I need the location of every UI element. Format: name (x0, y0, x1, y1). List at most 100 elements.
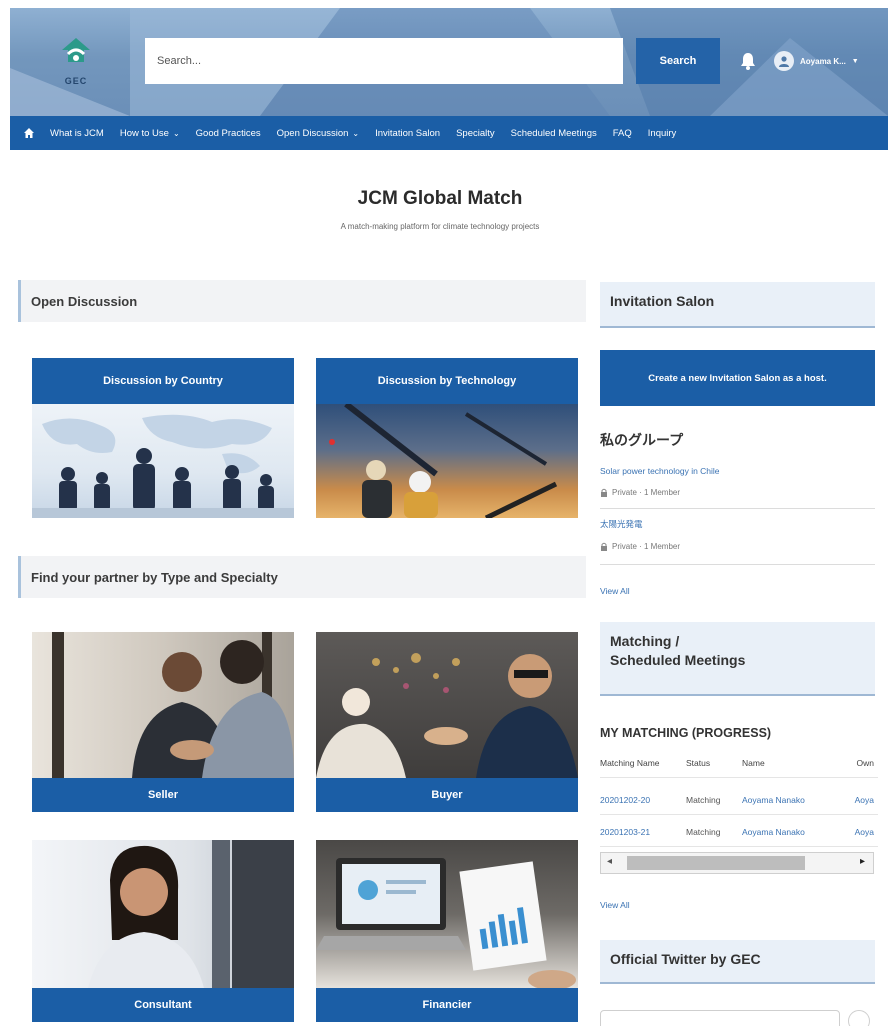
nav-item-invitation-salon[interactable]: Invitation Salon (375, 128, 440, 139)
user-menu[interactable]: Aoyama K... ▼ (774, 48, 884, 74)
page: GEC Search Aoyama K... ▼ What (0, 0, 888, 1026)
create-invitation-salon-button[interactable]: Create a new Invitation Salon as a host. (600, 350, 875, 406)
lock-icon (601, 542, 607, 551)
status-cell: Matching (686, 794, 721, 805)
card-title: Financier (316, 988, 578, 1022)
financier-card[interactable]: Financier (316, 840, 578, 1022)
discussion-by-country-card[interactable]: Discussion by Country (32, 358, 294, 518)
consultant-woman-image (32, 840, 294, 988)
user-name: Aoyama K... (800, 56, 846, 66)
nav-item-specialty[interactable]: Specialty (456, 128, 495, 139)
official-twitter-title: Official Twitter by GEC (610, 951, 761, 967)
nav-item-open-discussion[interactable]: Open Discussion ⌄ (277, 128, 360, 139)
group-meta-text: Private · 1 Member (612, 542, 681, 551)
status-cell: Matching (686, 826, 721, 837)
user-icon (779, 56, 789, 67)
gec-logo[interactable]: GEC (44, 28, 108, 94)
seller-card[interactable]: Seller (32, 632, 294, 812)
search-button[interactable]: Search (636, 38, 720, 84)
invitation-salon-heading: Invitation Salon (600, 282, 875, 328)
matching-heading-line2: Scheduled Meetings (610, 652, 746, 668)
avatar (774, 51, 794, 71)
scroll-right-icon[interactable]: ▸ (860, 856, 865, 867)
group-link[interactable]: Solar power technology in Chile (600, 466, 720, 476)
my-groups-title: 私のグループ (600, 432, 684, 448)
column-header[interactable]: Own (808, 758, 878, 768)
group-meta: Private · 1 Member (600, 488, 680, 497)
seller-handshake-image (32, 632, 294, 778)
card-title: Seller (32, 778, 294, 812)
group-link[interactable]: 太陽光発電 (600, 518, 643, 530)
invitation-salon-title: Invitation Salon (610, 293, 715, 309)
divider (600, 508, 875, 509)
search-input[interactable] (145, 38, 623, 84)
financier-laptop-image (316, 840, 578, 988)
buyer-card[interactable]: Buyer (316, 632, 578, 812)
header-banner: GEC Search Aoyama K... ▼ (10, 8, 888, 116)
nav-item-inquiry[interactable]: Inquiry (648, 128, 677, 139)
card-title: Discussion by Country (32, 358, 294, 404)
notification-bell-icon[interactable] (740, 52, 756, 70)
name-link[interactable]: Aoyama Nanako (742, 827, 808, 837)
column-header[interactable]: Matching Name (600, 758, 686, 768)
matching-name-link[interactable]: 20201203-21 (600, 827, 686, 837)
lock-icon (601, 488, 607, 497)
nav-label: FAQ (612, 127, 632, 139)
official-twitter-heading: Official Twitter by GEC (600, 940, 875, 984)
engineers-construction-image (316, 404, 578, 518)
group-meta: Private · 1 Member (600, 542, 680, 551)
column-header[interactable]: Name (742, 758, 808, 768)
matching-name-link[interactable]: 20201202-20 (600, 795, 686, 805)
scrollbar-thumb[interactable] (627, 856, 805, 870)
horizontal-scrollbar[interactable]: ◂ ▸ (600, 852, 874, 874)
nav-label: Good Practices (195, 127, 261, 139)
page-subtitle: A match-making platform for climate tech… (340, 222, 540, 231)
nav-item-good-practices[interactable]: Good Practices (196, 128, 261, 139)
nav-item-how-to-use[interactable]: How to Use ⌄ (120, 128, 180, 139)
nav-item-what-is-jcm[interactable]: What is JCM (50, 128, 104, 139)
gec-logo-icon (62, 38, 90, 62)
find-partner-heading: Find your partner by Type and Specialty (18, 556, 586, 598)
twitter-embed-box[interactable] (600, 1010, 840, 1026)
card-title: Buyer (316, 778, 578, 812)
matching-view-all-link[interactable]: View All (600, 900, 630, 910)
matching-heading-line1: Matching / (610, 633, 680, 649)
name-link[interactable]: Aoyama Nanako (742, 795, 808, 805)
nav-item-faq[interactable]: FAQ (613, 128, 632, 139)
my-matching-title: MY MATCHING (PROGRESS) (600, 726, 772, 740)
scroll-left-icon[interactable]: ◂ (607, 856, 612, 867)
nav-label: What is JCM (50, 127, 104, 139)
group-meta-text: Private · 1 Member (612, 488, 681, 497)
chevron-down-icon: ⌄ (352, 128, 360, 138)
nav-label: Specialty (456, 127, 495, 139)
open-discussion-heading: Open Discussion (18, 280, 586, 322)
nav-label: How to Use (119, 127, 169, 139)
table-row: 20201203-21 Matching Aoyama Nanako Aoya (600, 817, 878, 847)
logo-text: GEC (64, 76, 88, 86)
card-title: Discussion by Technology (316, 358, 578, 404)
main-nav: What is JCM How to Use ⌄ Good Practices … (10, 116, 888, 150)
nav-item-scheduled-meetings[interactable]: Scheduled Meetings (511, 128, 597, 139)
page-title: JCM Global Match (357, 188, 523, 209)
table-row: 20201202-20 Matching Aoyama Nanako Aoya (600, 785, 878, 815)
nav-label: Scheduled Meetings (510, 127, 597, 139)
twitter-circle-icon[interactable] (848, 1010, 870, 1026)
world-map-business-image (32, 404, 294, 518)
owner-link[interactable]: Aoya (808, 795, 878, 805)
owner-link[interactable]: Aoya (808, 827, 878, 837)
home-icon[interactable] (18, 127, 40, 139)
caret-down-icon: ▼ (851, 57, 859, 65)
buyer-handshake-image (316, 632, 578, 778)
column-header[interactable]: Status (686, 758, 742, 768)
invitation-salon-view-all-link[interactable]: View All (600, 586, 630, 596)
matching-heading: Matching / Scheduled Meetings (600, 622, 875, 696)
nav-label: Inquiry (647, 127, 677, 139)
discussion-by-technology-card[interactable]: Discussion by Technology (316, 358, 578, 518)
nav-label: Open Discussion (276, 127, 349, 139)
consultant-card[interactable]: Consultant (32, 840, 294, 1022)
chevron-down-icon: ⌄ (172, 128, 180, 138)
divider (600, 564, 875, 565)
card-title: Consultant (32, 988, 294, 1022)
nav-label: Invitation Salon (375, 127, 441, 139)
matching-table-header: Matching Name Status Name Own (600, 748, 878, 778)
